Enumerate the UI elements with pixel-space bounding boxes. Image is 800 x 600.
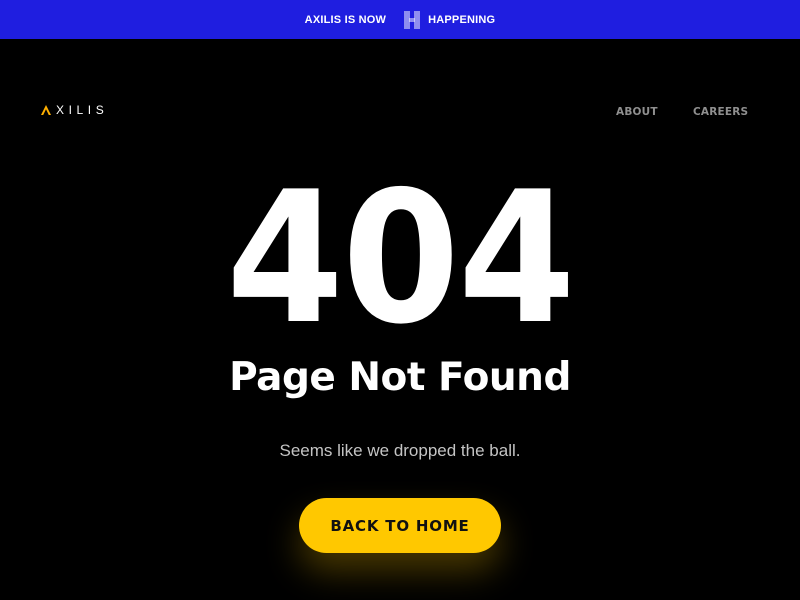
happening-h-logo-icon bbox=[402, 9, 422, 31]
back-to-home-button[interactable]: BACK TO HOME bbox=[299, 498, 501, 553]
nav-link-careers[interactable]: CAREERS bbox=[693, 106, 748, 118]
announcement-banner[interactable]: AXILIS IS NOW HAPPENING bbox=[0, 0, 800, 39]
error-page: AXILIS IS NOW HAPPENING XILIS ABOUT CARE… bbox=[0, 0, 800, 600]
page-title: Page Not Found bbox=[229, 355, 571, 400]
banner-text-after: HAPPENING bbox=[428, 13, 496, 26]
banner-text-before: AXILIS IS NOW bbox=[304, 13, 387, 26]
error-code: 404 bbox=[226, 152, 576, 364]
page-subtitle: Seems like we dropped the ball. bbox=[279, 441, 521, 460]
main-nav: ABOUT CAREERS bbox=[0, 106, 800, 120]
nav-link-about[interactable]: ABOUT bbox=[616, 106, 658, 118]
